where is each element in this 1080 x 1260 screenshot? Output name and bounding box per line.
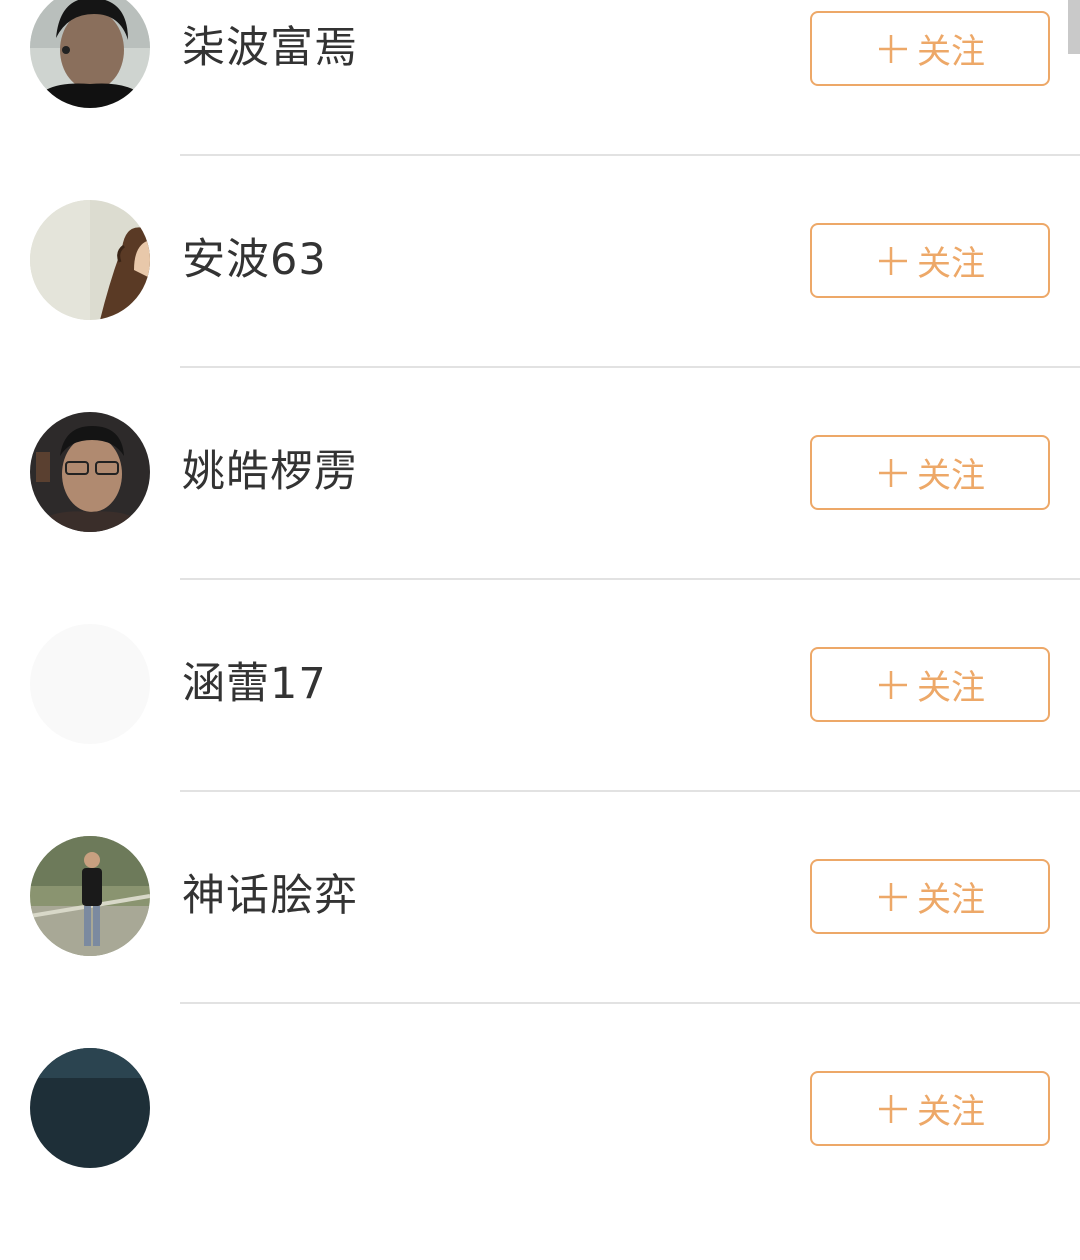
divider: [180, 1002, 1080, 1004]
plus-icon: [879, 246, 907, 275]
divider: [180, 578, 1080, 580]
avatar[interactable]: [30, 0, 150, 108]
follow-label: 关注: [917, 1092, 985, 1132]
follow-button[interactable]: 关注: [810, 1071, 1050, 1146]
divider: [180, 154, 1080, 156]
user-name[interactable]: 姚皓椤雳: [182, 412, 358, 532]
list-item[interactable]: 姚皓椤雳 关注: [0, 412, 1080, 624]
list-item[interactable]: 安波63 关注: [0, 200, 1080, 412]
user-name[interactable]: 安波63: [182, 200, 327, 320]
user-name[interactable]: 涵蕾17: [182, 624, 327, 744]
list-item[interactable]: 涵蕾17 关注: [0, 624, 1080, 836]
list-item[interactable]: 关注: [0, 1048, 1080, 1260]
follow-button[interactable]: 关注: [810, 435, 1050, 510]
follow-label: 关注: [917, 456, 985, 496]
follow-label: 关注: [917, 32, 985, 72]
follow-label: 关注: [917, 244, 985, 284]
follow-label: 关注: [917, 668, 985, 708]
plus-icon: [879, 670, 907, 699]
user-name[interactable]: 柒波富焉: [182, 0, 358, 108]
plus-icon: [879, 458, 907, 487]
list-item[interactable]: 神话脍弈 关注: [0, 836, 1080, 1048]
follow-button[interactable]: 关注: [810, 647, 1050, 722]
divider: [180, 366, 1080, 368]
avatar[interactable]: [30, 412, 150, 532]
avatar[interactable]: [30, 624, 150, 744]
follow-button[interactable]: 关注: [810, 11, 1050, 86]
scrollbar[interactable]: [1068, 0, 1080, 54]
follow-label: 关注: [917, 880, 985, 920]
divider: [180, 790, 1080, 792]
follow-list: 柒波富焉 关注 安波63 关注 姚皓椤雳 关注 涵蕾17 关注 神话脍弈 关注 …: [0, 0, 1080, 1168]
avatar[interactable]: [30, 200, 150, 320]
plus-icon: [879, 34, 907, 63]
list-item[interactable]: 柒波富焉 关注: [0, 0, 1080, 200]
plus-icon: [879, 882, 907, 911]
follow-button[interactable]: 关注: [810, 223, 1050, 298]
follow-button[interactable]: 关注: [810, 859, 1050, 934]
user-name[interactable]: 神话脍弈: [182, 836, 358, 956]
avatar[interactable]: [30, 1048, 150, 1168]
avatar[interactable]: [30, 836, 150, 956]
plus-icon: [879, 1094, 907, 1123]
